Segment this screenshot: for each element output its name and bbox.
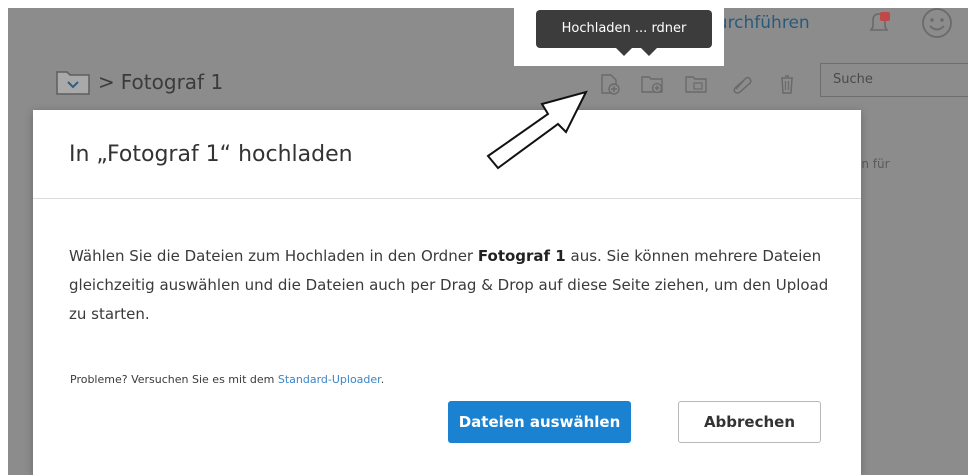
breadcrumb-separator: > [98,70,115,94]
breadcrumb-current[interactable]: Fotograf 1 [121,70,223,94]
tooltip-caret [616,48,632,56]
search-input[interactable]: Suche [820,63,968,97]
standard-uploader-link[interactable]: Standard-Uploader [278,373,381,386]
arrow-annotation [486,90,588,170]
hint-prefix: Probleme? Versuchen Sie es mit dem [70,373,278,386]
smiley-icon[interactable] [920,6,954,40]
attachment-icon[interactable] [730,73,754,95]
trash-icon[interactable] [775,73,799,95]
uploader-hint: Probleme? Versuchen Sie es mit dem Stand… [70,373,384,386]
new-folder-icon[interactable] [684,73,708,95]
tooltip-caret-secondary [641,48,657,56]
upload-tooltip: Hochladen ... rdner [536,10,712,48]
folder-icon[interactable] [55,66,91,96]
dialog-description: Wählen Sie die Dateien zum Hochladen in … [69,242,829,329]
dialog-header: In „Fotograf 1“ hochladen [33,110,861,199]
notification-icon[interactable] [866,10,892,36]
select-files-button[interactable]: Dateien auswählen [448,401,631,443]
upload-folder-icon[interactable] [640,73,664,95]
upload-dialog: In „Fotograf 1“ hochladen Wählen Sie die… [33,110,861,475]
upload-file-icon[interactable] [598,73,622,95]
hint-suffix: . [380,373,385,386]
body-text-1: Wählen Sie die Dateien zum Hochladen in … [69,247,478,265]
body-folder-name: Fotograf 1 [477,247,566,265]
left-edge [0,0,8,475]
dialog-title: In „Fotograf 1“ hochladen [69,142,353,167]
breadcrumb: > Fotograf 1 [98,70,223,94]
cancel-button[interactable]: Abbrechen [678,401,821,443]
top-edge [0,0,968,8]
